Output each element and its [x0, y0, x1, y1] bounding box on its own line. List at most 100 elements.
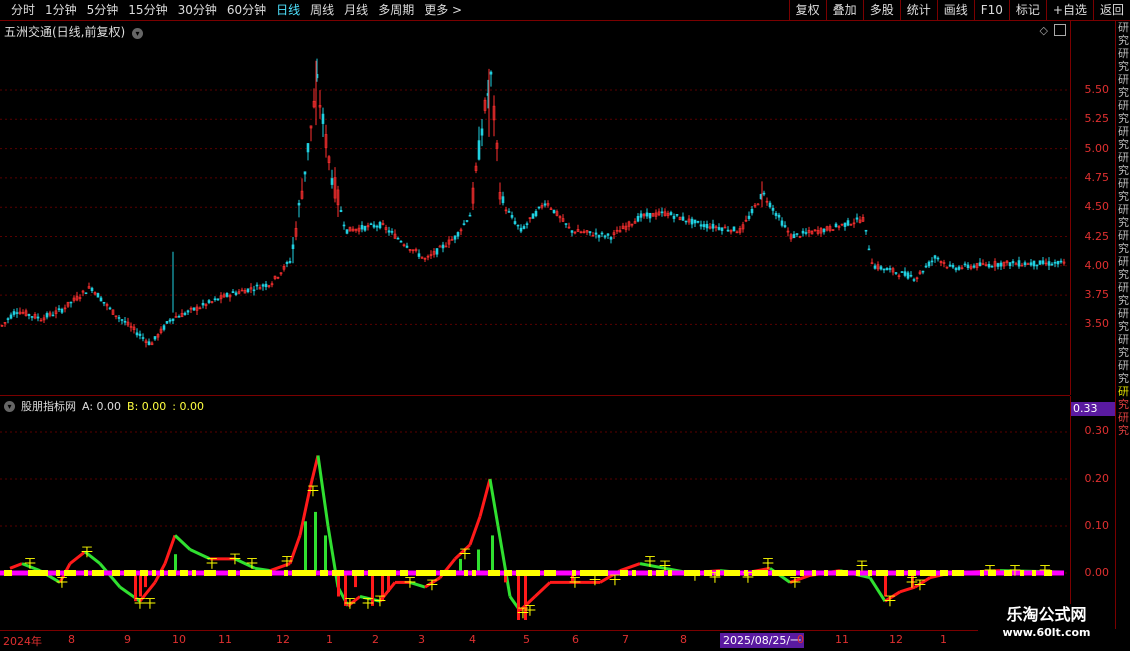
candle-body: [1035, 264, 1039, 267]
candle-body: [693, 219, 697, 224]
toolbar-button-5[interactable]: F10: [973, 0, 1009, 20]
toolbar-buttons: 复权 叠加 多股 统计 画线 F10 标记 +自选 返回: [788, 0, 1130, 20]
indicator-bar: [324, 535, 327, 573]
candle-body: [27, 314, 31, 316]
yellow-marker: [284, 570, 288, 576]
candle-body: [954, 267, 958, 271]
signal-mark: 干: [789, 575, 801, 589]
yellow-marker: [844, 570, 848, 576]
yellow-marker: [780, 570, 784, 576]
date-tick-label: 8: [680, 633, 687, 646]
candle-body: [684, 220, 688, 223]
signal-mark: 干: [524, 604, 536, 618]
indicator-line-segment: [478, 478, 492, 517]
candlestick-panel[interactable]: 五洲交通(日线,前复权) ▾ ◇: [0, 21, 1070, 396]
yellow-marker: [336, 570, 340, 576]
period-tab-2[interactable]: 5分钟: [82, 0, 124, 20]
toolbar-button-6[interactable]: 标记: [1008, 0, 1046, 20]
period-tab-6[interactable]: 日线: [271, 0, 305, 20]
yellow-marker: [896, 570, 900, 576]
yellow-marker: [296, 570, 300, 576]
toolbar-button-7[interactable]: +自选: [1045, 0, 1093, 20]
candle-body: [843, 222, 847, 227]
candle-body: [507, 211, 511, 213]
candle-body: [510, 215, 514, 218]
period-tab-10[interactable]: 更多 >: [419, 0, 467, 20]
yellow-marker: [232, 570, 236, 576]
yellow-marker: [760, 570, 764, 576]
candle-body: [339, 210, 343, 213]
indicator-line-segment: [468, 516, 482, 546]
yellow-marker: [924, 570, 928, 576]
yellow-marker: [256, 570, 260, 576]
strip-char: 究: [1118, 112, 1129, 125]
candle-body: [933, 255, 937, 259]
signal-mark: 干: [1039, 564, 1051, 578]
candle-body: [930, 260, 934, 263]
candle-body: [522, 226, 526, 229]
candle-body: [15, 312, 19, 314]
candle-body: [453, 235, 457, 240]
yellow-marker: [956, 570, 960, 576]
candle-body: [855, 217, 859, 220]
candle-body: [465, 220, 469, 222]
strip-char: 研: [1118, 229, 1129, 242]
right-info-strip: 研究研究研究研究研究研究研究研究研究研究研究研究研究研究研究研究: [1115, 21, 1130, 629]
period-tab-1[interactable]: 1分钟: [40, 0, 82, 20]
yellow-marker: [264, 570, 268, 576]
candle-body: [594, 232, 598, 235]
candle-body: [186, 310, 190, 313]
indicator-panel[interactable]: ▾ 股朋指标网 A: 0.00 B: 0.00 : 0.00 干干干干干干干干干…: [0, 396, 1070, 630]
yellow-marker: [44, 570, 48, 576]
candle-body: [1032, 260, 1036, 267]
period-tab-5[interactable]: 60分钟: [222, 0, 271, 20]
candle-body: [603, 235, 607, 238]
candle-body: [162, 325, 166, 330]
period-tab-7[interactable]: 周线: [305, 0, 339, 20]
yellow-marker: [356, 570, 360, 576]
yellow-marker: [124, 570, 128, 576]
toolbar-button-8[interactable]: 返回: [1092, 0, 1130, 20]
candle-body: [60, 308, 64, 313]
candle-body: [45, 313, 49, 318]
toolbar-button-0[interactable]: 复权: [788, 0, 826, 20]
yellow-marker: [524, 570, 528, 576]
indicator-line-segment: [868, 576, 887, 603]
date-tick-label: 12: [889, 633, 903, 646]
toolbar-button-3[interactable]: 统计: [899, 0, 937, 20]
yellow-marker: [960, 570, 964, 576]
yellow-marker: [84, 570, 88, 576]
period-tab-3[interactable]: 15分钟: [123, 0, 172, 20]
yellow-marker: [228, 570, 232, 576]
yellow-marker: [520, 570, 524, 576]
indicator-line-segment: [488, 478, 500, 527]
period-tab-4[interactable]: 30分钟: [173, 0, 222, 20]
toolbar-button-4[interactable]: 画线: [936, 0, 974, 20]
indicator-bar: [139, 573, 142, 597]
toolbar-button-1[interactable]: 叠加: [825, 0, 863, 20]
candle-body: [6, 318, 10, 320]
candle-body: [1056, 260, 1060, 265]
candle-body: [768, 202, 772, 208]
strip-char: 究: [1118, 268, 1129, 281]
candle-body: [552, 209, 556, 214]
period-tab-0[interactable]: 分时: [6, 0, 40, 20]
candle-body: [882, 268, 886, 271]
yellow-marker: [292, 570, 296, 576]
yellow-marker: [736, 570, 740, 576]
toolbar-button-2[interactable]: 多股: [862, 0, 900, 20]
candle-body: [732, 226, 736, 232]
yellow-marker: [204, 570, 208, 576]
yellow-marker: [312, 570, 316, 576]
yellow-marker: [840, 570, 844, 576]
price-tick-label: 4.25: [1084, 229, 1110, 243]
period-tab-9[interactable]: 多周期: [373, 0, 419, 20]
signal-mark: 干: [81, 545, 93, 559]
signal-mark: 干: [374, 594, 386, 608]
period-tab-8[interactable]: 月线: [339, 0, 373, 20]
candle-body: [285, 262, 289, 264]
candle-body: [171, 318, 175, 321]
candle-body: [951, 264, 955, 268]
date-tick-label: 0: [797, 633, 804, 646]
yellow-marker: [376, 570, 380, 576]
